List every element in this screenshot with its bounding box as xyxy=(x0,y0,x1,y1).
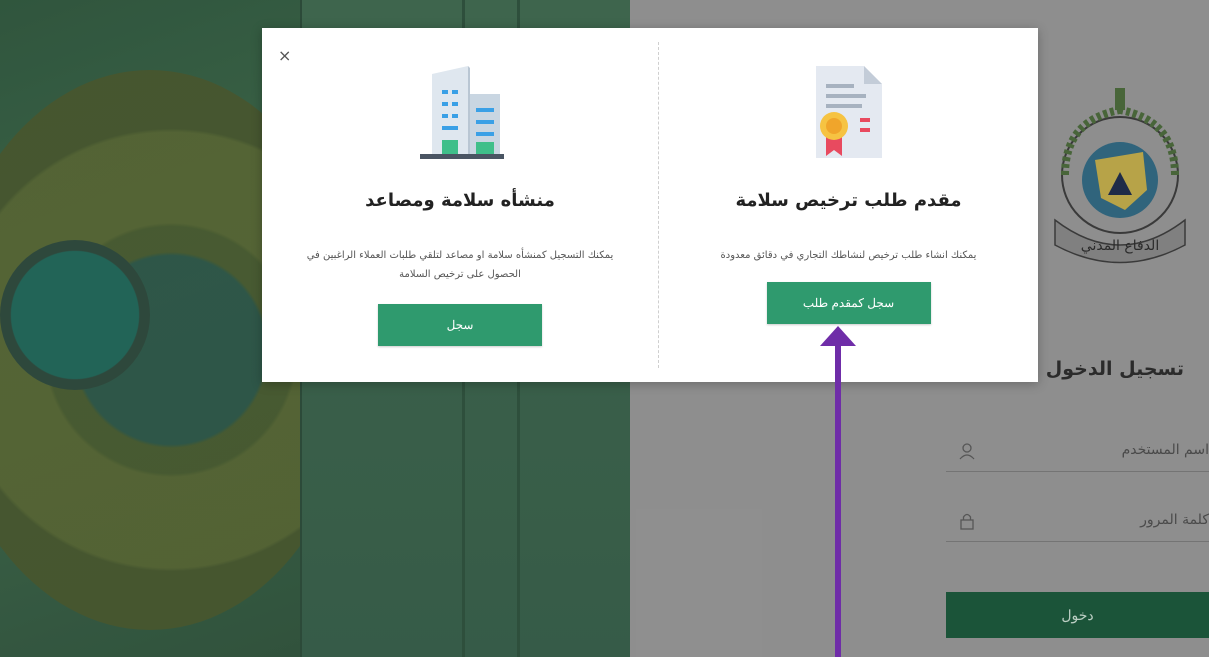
registration-type-modal: × منشأه سلامة ومصاعد يمكنك التسجيل كمنشأ… xyxy=(262,28,1038,382)
applicant-card-title: مقدم طلب ترخيص سلامة xyxy=(735,190,962,211)
certificate-icon xyxy=(815,66,882,158)
register-facility-button[interactable]: سجل xyxy=(378,304,542,346)
applicant-card-description: يمكنك انشاء طلب ترخيص لنشاطك التجاري في … xyxy=(720,250,977,261)
applicant-card: مقدم طلب ترخيص سلامة يمكنك انشاء طلب ترخ… xyxy=(659,28,1038,382)
facility-card-description: يمكنك التسجيل كمنشأه سلامة او مصاعد لتلق… xyxy=(306,250,614,280)
facility-card-title: منشأه سلامة ومصاعد xyxy=(365,190,555,211)
building-icon xyxy=(420,66,504,159)
facility-card: منشأه سلامة ومصاعد يمكنك التسجيل كمنشأه … xyxy=(262,28,658,382)
register-applicant-button[interactable]: سجل كمقدم طلب xyxy=(766,282,931,324)
